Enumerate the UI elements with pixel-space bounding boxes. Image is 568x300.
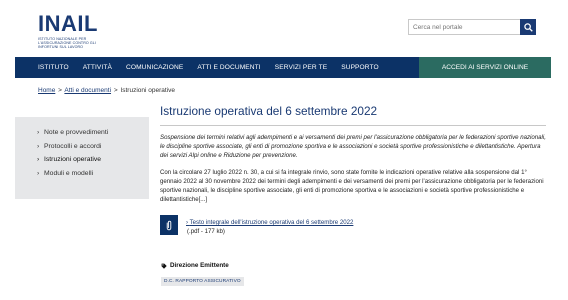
main-navigation: ISTITUTO ATTIVITÀ COMUNICAZIONE ATTI E D… bbox=[15, 57, 551, 78]
sidebar-item-protocolli-e-accordi[interactable]: › Protocolli e accordi bbox=[15, 140, 149, 154]
logo-subtitle: ISTITUTO NAZIONALE PER L'ASSICURAZIONE C… bbox=[38, 37, 96, 50]
chevron-right-icon: › bbox=[37, 129, 40, 136]
title-divider bbox=[160, 125, 546, 126]
sidebar-item-label: Moduli e modelli bbox=[44, 169, 94, 177]
attachment-link-chevron: › bbox=[186, 219, 189, 226]
nav-istituto[interactable]: ISTITUTO bbox=[38, 64, 69, 71]
site-header: INAIL ISTITUTO NAZIONALE PER L'ASSICURAZ… bbox=[0, 0, 568, 57]
inail-logo[interactable]: INAIL ISTITUTO NAZIONALE PER L'ASSICURAZ… bbox=[38, 11, 110, 50]
nav-comunicazione[interactable]: COMUNICAZIONE bbox=[126, 64, 183, 71]
nav-atti-e-documenti[interactable]: ATTI E DOCUMENTI bbox=[197, 64, 260, 71]
breadcrumb-separator: > bbox=[113, 87, 118, 94]
directorate-heading: Direzione Emittente bbox=[161, 262, 244, 269]
breadcrumb-home[interactable]: Home bbox=[38, 87, 55, 94]
paperclip-icon bbox=[166, 220, 172, 230]
nav-attivita[interactable]: ATTIVITÀ bbox=[83, 64, 112, 71]
attachment-link-label: Testo integrale dell'istruzione operativ… bbox=[189, 219, 354, 226]
breadcrumb-atti-e-documenti[interactable]: Atti e documenti bbox=[64, 87, 111, 94]
sidebar-item-label: Note e provvedimenti bbox=[44, 129, 109, 136]
article-content: Istruzione operativa del 6 settembre 202… bbox=[160, 104, 552, 204]
section-sidebar: › Note e provvedimenti › Protocolli e acco… bbox=[15, 117, 149, 199]
page-title: Istruzione operativa del 6 settembre 202… bbox=[160, 104, 378, 118]
issuing-directorate: Direzione Emittente D.C. RAPPORTO ASSICU… bbox=[161, 262, 244, 287]
search-button[interactable] bbox=[520, 19, 536, 35]
sidebar-item-label: Istruzioni operative bbox=[44, 156, 102, 163]
breadcrumb-current: Istruzioni operative bbox=[120, 87, 175, 94]
attachment-download-link[interactable]: › Testo integrale dell'istruzione operat… bbox=[186, 219, 353, 226]
sidebar-item-label: Protocolli e accordi bbox=[44, 142, 102, 150]
nav-supporto[interactable]: SUPPORTO bbox=[341, 64, 379, 71]
attachment: › Testo integrale dell'istruzione operat… bbox=[160, 215, 400, 237]
search-input[interactable] bbox=[409, 20, 521, 34]
sidebar-item-istruzioni-operative[interactable]: › Istruzioni operative bbox=[15, 153, 149, 167]
article-body: Con la circolare 27 luglio 2022 n. 30, a… bbox=[160, 169, 544, 204]
attachment-file-info: (.pdf - 177 kb) bbox=[187, 228, 225, 235]
breadcrumb-separator: > bbox=[58, 87, 62, 94]
chevron-right-icon: › bbox=[37, 142, 40, 150]
sidebar-item-moduli-e-modelli[interactable]: › Moduli e modelli bbox=[15, 167, 149, 181]
online-services-button[interactable]: ACCEDI AI SERVIZI ONLINE bbox=[419, 57, 551, 78]
search-icon bbox=[523, 22, 533, 32]
tag-icon bbox=[161, 263, 167, 269]
nav-servizi-per-te[interactable]: SERVIZI PER TE bbox=[275, 64, 327, 71]
chevron-right-icon: › bbox=[37, 169, 40, 177]
logo-wordmark: INAIL bbox=[38, 11, 98, 36]
chevron-right-icon: › bbox=[37, 156, 40, 163]
sidebar-item-note-e-provvedimenti[interactable]: › Note e provvedimenti bbox=[15, 126, 149, 140]
article-abstract: Sospensione dei termini relativi agli ad… bbox=[160, 134, 546, 159]
breadcrumb: Home > Atti e documenti > Istruzioni ope… bbox=[38, 87, 175, 94]
search-box bbox=[408, 19, 536, 35]
directorate-heading-label: Direzione Emittente bbox=[170, 262, 229, 269]
directorate-tag[interactable]: D.C. RAPPORTO ASSICURATIVO bbox=[161, 277, 244, 286]
attachment-badge bbox=[160, 215, 178, 235]
